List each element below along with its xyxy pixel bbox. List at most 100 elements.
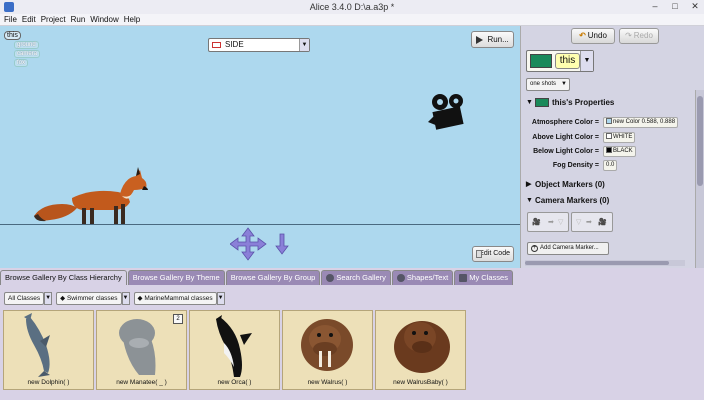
- gallery-item-name: new Walrus( ): [307, 379, 348, 386]
- redo-icon: ↷: [625, 31, 632, 40]
- edit-code-label: Edit Code: [479, 250, 510, 257]
- chevron-down-icon[interactable]: ▼: [121, 292, 130, 305]
- gallery-item-manatee[interactable]: 2 new Manatee( _ ): [96, 310, 187, 390]
- tab-group[interactable]: Browse Gallery By Group: [225, 270, 321, 285]
- tab-theme[interactable]: Browse Gallery By Theme: [127, 270, 225, 285]
- one-shots-label: one shots: [530, 81, 557, 87]
- camera-view-select[interactable]: SIDE ▼: [208, 38, 310, 52]
- expand-triangle-icon: ▼: [526, 99, 533, 106]
- property-label: Above Light Color =: [532, 134, 599, 141]
- scene-tree-camera[interactable]: camera: [14, 50, 41, 58]
- property-value: BLACK: [613, 148, 633, 154]
- properties-horizontal-scrollbar[interactable]: [525, 260, 685, 266]
- title-bar: Alice 3.4.0 D:\a.a3p * – □ ✕: [0, 0, 704, 14]
- scrollbar-thumb[interactable]: [697, 96, 703, 186]
- shapes-icon: [396, 274, 405, 283]
- filter-all-classes[interactable]: All Classes: [4, 292, 45, 305]
- above-light-color-value[interactable]: WHITE: [603, 132, 636, 143]
- scene-swatch: [530, 54, 552, 68]
- scene-camera-icon[interactable]: [426, 92, 472, 136]
- camera-view-value: SIDE: [225, 40, 244, 49]
- menu-bar: File Edit Project Run Window Help: [0, 14, 704, 26]
- minimize-button[interactable]: –: [648, 1, 662, 12]
- scene-viewport[interactable]: this ground camera fox SIDE ▼ Run... Edi…: [0, 26, 520, 268]
- fox-model[interactable]: [32, 164, 150, 226]
- camera-marker-buttons: 🎥 ➡ ▽ ▽ ➡ 🎥: [527, 212, 613, 232]
- menu-help[interactable]: Help: [124, 14, 140, 25]
- gallery-item-walrus[interactable]: new Walrus( ): [282, 310, 373, 390]
- scene-swatch: [535, 98, 549, 108]
- marker-icon: ▽: [558, 219, 564, 226]
- tab-class-hierarchy[interactable]: Browse Gallery By Class Hierarchy: [0, 270, 127, 285]
- undo-button[interactable]: ↶ Undo: [571, 28, 615, 44]
- atmosphere-color-value[interactable]: new Color 0.588, 0.888: [603, 117, 679, 128]
- redo-label: Redo: [633, 31, 653, 40]
- tab-search[interactable]: Search Gallery: [321, 270, 391, 285]
- close-button[interactable]: ✕: [688, 1, 702, 12]
- one-shots-button[interactable]: one shots ▼: [526, 78, 570, 91]
- maximize-button[interactable]: □: [668, 1, 682, 12]
- camera-markers-header[interactable]: ▼ Camera Markers (0): [525, 194, 697, 208]
- undo-icon: ↶: [579, 31, 586, 40]
- fog-density-value[interactable]: 0.0: [603, 160, 618, 171]
- scene-tree-fox[interactable]: fox: [14, 59, 29, 67]
- tab-my-classes[interactable]: My Classes: [454, 270, 513, 285]
- camera-icon: 🎥: [598, 219, 607, 226]
- play-icon: [476, 35, 484, 44]
- undo-label: Undo: [587, 31, 607, 40]
- folder-icon: [459, 274, 468, 283]
- scene-tree: this ground camera fox: [4, 30, 41, 67]
- chevron-down-icon[interactable]: ▼: [44, 292, 53, 305]
- camera-markers-label: Camera Markers (0): [535, 196, 610, 205]
- code-icon: [476, 250, 482, 258]
- redo-button[interactable]: ↷ Redo: [619, 28, 659, 44]
- property-fog-density: Fog Density = 0.0: [525, 160, 697, 172]
- gallery-panel: Browse Gallery By Class Hierarchy Browse…: [0, 268, 704, 400]
- filter-swimmer-classes[interactable]: ◆ Swimmer classes: [56, 292, 122, 305]
- properties-vertical-scrollbar[interactable]: [695, 90, 704, 268]
- property-value: WHITE: [613, 134, 633, 140]
- color-swatch: [606, 133, 612, 140]
- app-icon: [4, 2, 14, 12]
- orca-thumbnail: [216, 315, 252, 377]
- gallery-item-dolphin[interactable]: new Dolphin( ): [3, 310, 94, 390]
- menu-run[interactable]: Run: [71, 14, 86, 25]
- properties-title: this's Properties: [552, 98, 615, 107]
- menu-project[interactable]: Project: [41, 14, 66, 25]
- below-light-color-value[interactable]: BLACK: [603, 146, 636, 157]
- gallery-item-name: new Manatee( _ ): [116, 379, 167, 386]
- chevron-down-icon: ▼: [299, 39, 309, 51]
- selected-entity-dropdown[interactable]: this ▼: [526, 50, 594, 72]
- properties-header[interactable]: ▼ this's Properties: [525, 96, 695, 110]
- move-marker-to-camera-button[interactable]: ▽ ➡ 🎥: [571, 212, 613, 232]
- tab-label: Search Gallery: [336, 273, 386, 282]
- swimmer-icon: ◆: [60, 295, 67, 302]
- gallery-item-orca[interactable]: new Orca( ): [189, 310, 280, 390]
- collapsed-triangle-icon: ▶: [526, 181, 532, 188]
- tab-shapes-text[interactable]: Shapes/Text: [391, 270, 454, 285]
- menu-edit[interactable]: Edit: [22, 14, 36, 25]
- object-markers-label: Object Markers (0): [535, 180, 605, 189]
- chevron-down-icon[interactable]: ▼: [216, 292, 225, 305]
- gallery-item-name: new Dolphin( ): [27, 379, 70, 386]
- run-button[interactable]: Run...: [471, 31, 514, 48]
- object-markers-header[interactable]: ▶ Object Markers (0): [525, 178, 697, 192]
- properties-panel: ↶ Undo ↷ Redo this ▼ one shots ▼ ▼ this's …: [520, 26, 704, 268]
- move-camera-to-marker-button[interactable]: 🎥 ➡ ▽: [527, 212, 569, 232]
- menu-window[interactable]: Window: [90, 14, 118, 25]
- scrollbar-thumb[interactable]: [525, 261, 669, 265]
- color-swatch: [606, 118, 612, 125]
- gallery-item-walrus-baby[interactable]: new WalrusBaby( ): [375, 310, 466, 390]
- edit-code-button[interactable]: Edit Code: [472, 246, 514, 262]
- add-camera-marker-label: Add Camera Marker...: [540, 245, 599, 251]
- property-value: new Color 0.588, 0.888: [613, 119, 676, 125]
- scene-tree-root[interactable]: this: [4, 31, 21, 40]
- menu-file[interactable]: File: [4, 14, 17, 25]
- marker-icon: ▽: [576, 219, 582, 226]
- add-camera-marker-button[interactable]: + Add Camera Marker...: [527, 242, 609, 255]
- scene-tree-ground[interactable]: ground: [14, 41, 39, 49]
- move-handles-icon[interactable]: [230, 226, 290, 262]
- filter-marine-mammal-classes[interactable]: ◆ MarineMammal classes: [133, 292, 217, 305]
- arrow-right-icon: ➡: [586, 219, 592, 226]
- gallery-item-name: new WalrusBaby( ): [393, 379, 448, 386]
